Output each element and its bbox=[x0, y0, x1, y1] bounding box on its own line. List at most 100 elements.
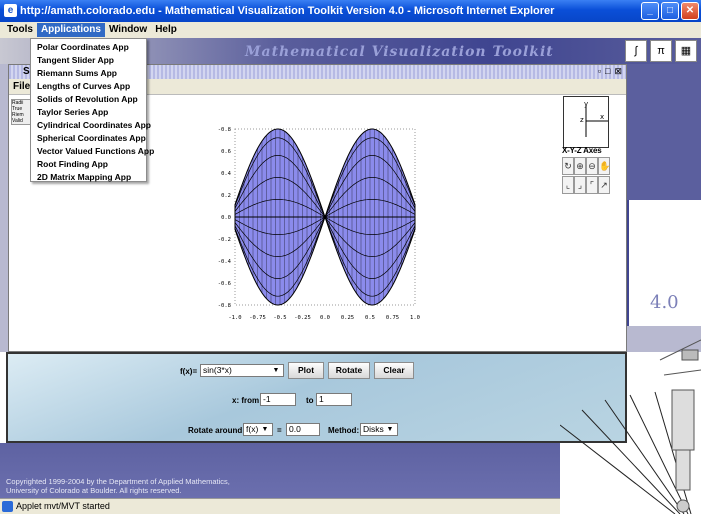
function-select[interactable]: sin(3*x) ▼ bbox=[200, 364, 284, 377]
status-text: Applet mvt/MVT started bbox=[16, 501, 110, 511]
x-to-label: to bbox=[306, 396, 314, 405]
chevron-down-icon: ▼ bbox=[261, 426, 269, 433]
version-label: 4.0 bbox=[650, 292, 679, 313]
menu-item-polar-coordinates[interactable]: Polar Coordinates App bbox=[31, 41, 146, 54]
menu-item-riemann-sums[interactable]: Riemann Sums App bbox=[31, 67, 146, 80]
y-tick-label: -0.8 bbox=[218, 303, 231, 309]
x-tick-label: -0.5 bbox=[273, 315, 286, 321]
menu-applications[interactable]: Applications bbox=[36, 23, 105, 37]
x-tick-label: 0.25 bbox=[341, 315, 354, 321]
menu-item-lengths-of-curves[interactable]: Lengths of Curves App bbox=[31, 80, 146, 93]
menu-item-spherical-coordinates[interactable]: Spherical Coordinates App bbox=[31, 132, 146, 145]
rotate-view-icon[interactable]: ↻ bbox=[562, 157, 574, 175]
y-tick-label: -0.4 bbox=[218, 259, 232, 265]
y-tick-label: -0.2 bbox=[218, 237, 231, 243]
menu-tools[interactable]: Tools bbox=[3, 23, 37, 37]
axes-widget-label: X-Y-Z Axes bbox=[562, 146, 602, 155]
x-tick-label: 0.5 bbox=[365, 315, 375, 321]
axis-z-label: z bbox=[580, 116, 584, 124]
menu-bar: Tools Applications Window Help bbox=[0, 22, 701, 38]
solid-of-revolution-plot[interactable]: -1.0 -0.75 -0.5 -0.25 0.0 0.25 0.5 0.75 1.0 -0.8 0… bbox=[195, 115, 435, 340]
integral-tool-icon[interactable]: ∫ bbox=[625, 40, 647, 62]
applications-dropdown-menu: Polar Coordinates App Tangent Slider App… bbox=[30, 38, 154, 184]
menu-item-vector-valued-functions[interactable]: Vector Valued Functions App bbox=[31, 145, 154, 158]
menu-item-taylor-series[interactable]: Taylor Series App bbox=[31, 106, 146, 119]
menu-window[interactable]: Window bbox=[105, 23, 151, 37]
x-tick-label: -0.75 bbox=[249, 315, 266, 321]
inner-window-controls: ▫ □ ⊠ bbox=[598, 66, 622, 77]
maximize-button[interactable]: □ bbox=[661, 2, 679, 20]
pan-hand-icon[interactable]: ✋ bbox=[598, 157, 610, 175]
menu-item-solids-of-revolution[interactable]: Solids of Revolution App bbox=[31, 93, 146, 106]
menu-item-cylindrical-coordinates[interactable]: Cylindrical Coordinates App bbox=[31, 119, 151, 132]
toolkit-title: Mathematical Visualization Toolkit bbox=[245, 44, 554, 60]
axis-x-label: x bbox=[600, 113, 604, 121]
x-tick-label: 0.0 bbox=[320, 315, 330, 321]
zoom-in-icon[interactable]: ⊕ bbox=[574, 157, 586, 175]
chevron-down-icon: ▼ bbox=[386, 426, 394, 433]
inner-close-icon[interactable]: ⊠ bbox=[614, 66, 622, 77]
y-axis-view-icon[interactable]: ⌟ bbox=[574, 176, 586, 194]
y-tick-label: 0.6 bbox=[221, 149, 231, 155]
x-tick-label: 1.0 bbox=[410, 315, 420, 321]
clear-button[interactable]: Clear bbox=[374, 362, 414, 379]
axes-orientation-widget[interactable]: y z x bbox=[563, 96, 609, 148]
method-label: Method: bbox=[328, 426, 360, 435]
constants-tool-icon[interactable]: π bbox=[650, 40, 672, 62]
function-label: f(x)= bbox=[180, 367, 198, 376]
internet-explorer-icon: e bbox=[4, 4, 17, 17]
x-axis-view-icon[interactable]: ⌞ bbox=[562, 176, 574, 194]
satellite-decoration bbox=[560, 339, 701, 514]
page-status-icon bbox=[2, 501, 13, 512]
left-background-strip bbox=[0, 64, 8, 352]
z-axis-view-icon[interactable]: ⌜ bbox=[586, 176, 598, 194]
equals-label: = bbox=[277, 426, 282, 435]
x-from-input[interactable]: -1 bbox=[260, 393, 296, 406]
x-from-label: x: from bbox=[232, 396, 260, 405]
y-tick-label: -0.6 bbox=[218, 281, 231, 287]
close-button[interactable]: ✕ bbox=[681, 2, 699, 20]
calculator-tool-icon[interactable]: ▦ bbox=[675, 40, 697, 62]
y-tick-label: 0.4 bbox=[221, 171, 232, 177]
minimize-button[interactable]: _ bbox=[641, 2, 659, 20]
inner-maximize-icon[interactable]: □ bbox=[605, 66, 610, 77]
copyright-line-1: Copyrighted 1999-2004 by the Department … bbox=[6, 477, 230, 486]
rotate-value-input[interactable]: 0.0 bbox=[286, 423, 320, 436]
inner-menu-file[interactable]: File bbox=[13, 81, 30, 92]
rotate-button[interactable]: Rotate bbox=[328, 362, 370, 379]
control-panel: f(x)= sin(3*x) ▼ Plot Rotate Clear x: fr… bbox=[6, 352, 627, 443]
x-tick-label: -1.0 bbox=[228, 315, 241, 321]
x-to-input[interactable]: 1 bbox=[316, 393, 352, 406]
inner-iconify-icon[interactable]: ▫ bbox=[598, 66, 601, 77]
y-tick-label: -0.8 bbox=[218, 127, 231, 133]
axis-y-label: y bbox=[584, 100, 588, 108]
status-bar: Applet mvt/MVT started bbox=[0, 498, 560, 514]
rotate-around-value: f(x) bbox=[246, 424, 259, 434]
menu-item-2d-matrix-mapping[interactable]: 2D Matrix Mapping App bbox=[31, 171, 146, 184]
axes-orientation-icon: y z x bbox=[580, 100, 608, 137]
plot-button[interactable]: Plot bbox=[288, 362, 324, 379]
rotate-around-label: Rotate around: bbox=[188, 426, 245, 435]
method-select[interactable]: Disks ▼ bbox=[360, 423, 398, 436]
menu-help[interactable]: Help bbox=[151, 23, 181, 37]
y-tick-label: 0.0 bbox=[221, 215, 231, 221]
toolkit-toolbar: ∫ π ▦ bbox=[625, 40, 697, 62]
menu-item-tangent-slider[interactable]: Tangent Slider App bbox=[31, 54, 146, 67]
menu-item-root-finding[interactable]: Root Finding App bbox=[31, 158, 146, 171]
window-controls: _ □ ✕ bbox=[641, 2, 699, 20]
reset-view-icon[interactable]: ↗ bbox=[598, 176, 610, 194]
copyright-notice: Copyrighted 1999-2004 by the Department … bbox=[6, 477, 230, 495]
copyright-line-2: University of Colorado at Boulder. All r… bbox=[6, 486, 182, 495]
window-title: http://amath.colorado.edu - Mathematical… bbox=[20, 5, 555, 17]
window-title-bar: e http://amath.colorado.edu - Mathematic… bbox=[0, 0, 701, 22]
inner-window-title: S bbox=[23, 66, 30, 77]
x-tick-label: -0.25 bbox=[294, 315, 311, 321]
zoom-out-icon[interactable]: ⊖ bbox=[586, 157, 598, 175]
view-tools: ↻ ⊕ ⊖ ✋ ⌞ ⌟ ⌜ ↗ bbox=[562, 157, 610, 194]
rotate-around-select[interactable]: f(x) ▼ bbox=[243, 423, 273, 436]
chevron-down-icon: ▼ bbox=[272, 367, 280, 374]
method-select-value: Disks bbox=[363, 424, 384, 434]
y-tick-label: 0.2 bbox=[221, 193, 231, 199]
x-tick-label: 0.75 bbox=[386, 315, 399, 321]
function-select-value: sin(3*x) bbox=[203, 365, 232, 375]
